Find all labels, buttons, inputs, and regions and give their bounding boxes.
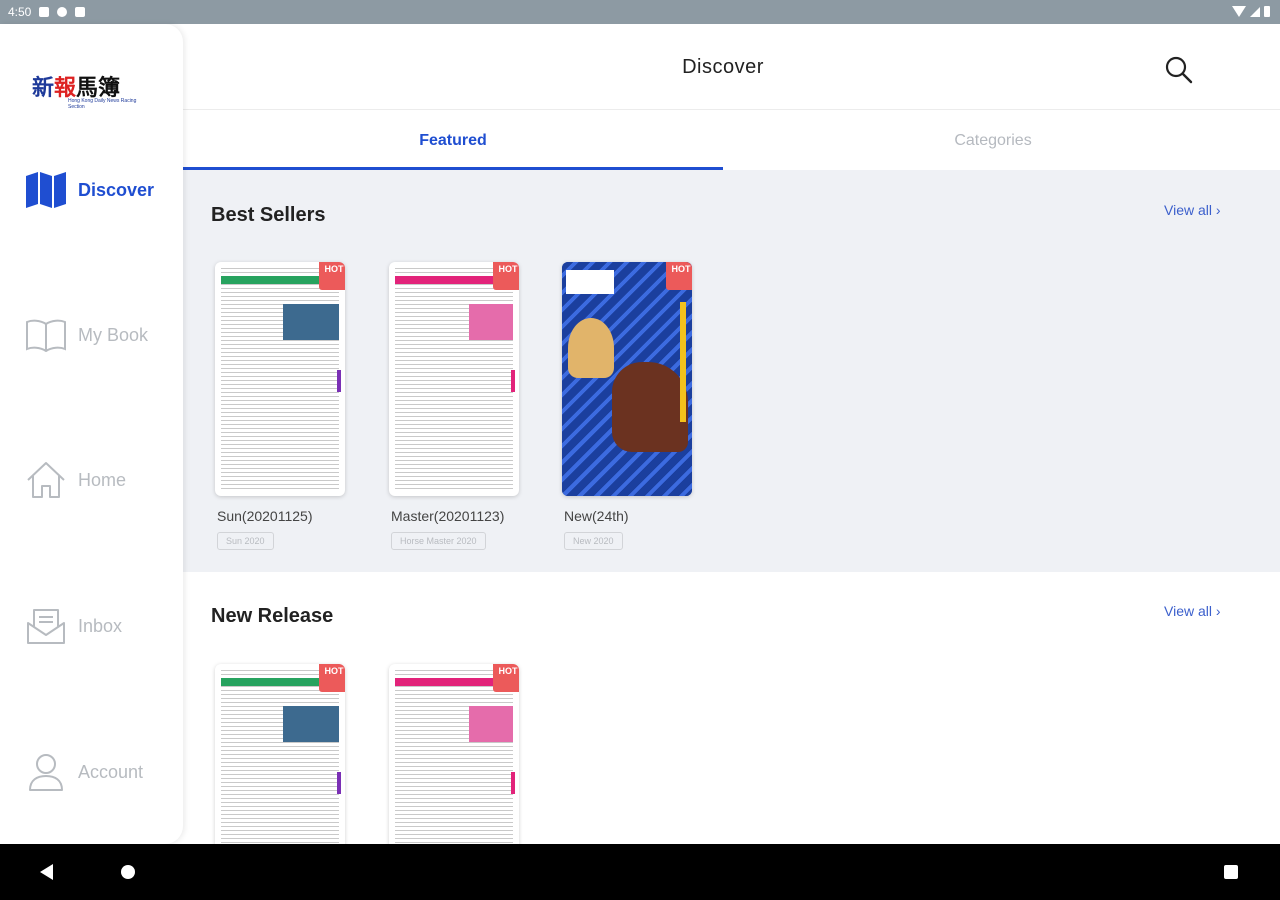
wifi-icon <box>1232 6 1246 17</box>
hot-badge: HOT <box>319 262 345 290</box>
sidebar-item-label: My Book <box>78 324 149 345</box>
book-cover[interactable]: HOT <box>215 664 345 844</box>
recent-apps-icon[interactable] <box>1224 865 1238 879</box>
logo-subtitle: Hong Kong Daily News Racing Section <box>68 98 137 110</box>
sidebar-item-label: Discover <box>78 179 155 200</box>
section-title: Best Sellers <box>211 204 326 226</box>
book-title: Master(20201123) <box>391 508 505 524</box>
page-title: Discover <box>682 56 764 78</box>
status-time: 4:50 <box>8 5 32 19</box>
sidebar: 新報馬簿 Hong Kong Daily News Racing Section… <box>0 24 183 844</box>
sidebar-item-label: Account <box>78 761 144 782</box>
sidebar-item-label: Home <box>78 469 127 490</box>
book-cover[interactable]: HOT <box>389 262 519 496</box>
app-logo: 新報馬簿 Hong Kong Daily News Racing Section <box>32 70 152 116</box>
view-all-link[interactable]: View all › <box>1164 603 1221 619</box>
hot-badge: HOT <box>493 664 519 692</box>
book-cover[interactable]: HOT <box>215 262 345 496</box>
sd-card-icon <box>75 7 86 17</box>
house-icon <box>24 460 68 500</box>
sidebar-item-label: Inbox <box>78 615 123 636</box>
tab-bar: Featured Categories <box>183 110 1280 170</box>
cellular-signal-icon <box>1250 6 1260 17</box>
hot-badge: HOT <box>493 262 519 290</box>
top-app-bar: Discover <box>183 24 1280 110</box>
logo-char-2: 報 <box>54 75 77 100</box>
app-notification-icon <box>57 7 68 17</box>
book-title: Sun(20201125) <box>217 508 313 524</box>
user-icon <box>24 752 68 792</box>
book-tag: Horse Master 2020 <box>391 532 486 550</box>
sidebar-item-home[interactable]: Home <box>24 458 174 502</box>
section-title: New Release <box>211 605 334 627</box>
hot-badge: HOT <box>319 664 345 692</box>
best-sellers-section: Best Sellers View all › HOT Sun(20201125… <box>183 170 1280 572</box>
map-icon <box>24 170 68 210</box>
book-cover[interactable]: HOT <box>389 664 519 844</box>
logo-char-3: 馬簿 <box>76 75 121 100</box>
open-book-icon <box>24 315 68 355</box>
book-title: New(24th) <box>564 508 629 524</box>
home-button-icon[interactable] <box>121 865 135 879</box>
sidebar-item-my-book[interactable]: My Book <box>24 313 174 357</box>
status-bar: 4:50 <box>0 0 1280 24</box>
logo-char-1: 新 <box>32 75 55 100</box>
system-navigation-bar <box>0 844 1280 900</box>
sidebar-item-inbox[interactable]: Inbox <box>24 604 174 648</box>
new-release-section: New Release View all › HOT HOT <box>183 572 1280 844</box>
book-tag: New 2020 <box>564 532 623 550</box>
inbox-icon <box>24 606 68 646</box>
sidebar-item-discover[interactable]: Discover <box>24 168 174 212</box>
book-tag: Sun 2020 <box>217 532 274 550</box>
book-cover[interactable]: HOT <box>562 262 692 496</box>
view-all-link[interactable]: View all › <box>1164 202 1221 218</box>
tab-featured[interactable]: Featured <box>183 110 723 170</box>
hot-badge: HOT <box>666 262 692 290</box>
back-icon[interactable] <box>40 864 53 880</box>
tab-categories[interactable]: Categories <box>723 110 1263 170</box>
notification-icon <box>39 7 50 17</box>
search-icon[interactable] <box>1163 54 1195 86</box>
sidebar-item-account[interactable]: Account <box>24 750 174 794</box>
battery-icon <box>1264 6 1270 17</box>
